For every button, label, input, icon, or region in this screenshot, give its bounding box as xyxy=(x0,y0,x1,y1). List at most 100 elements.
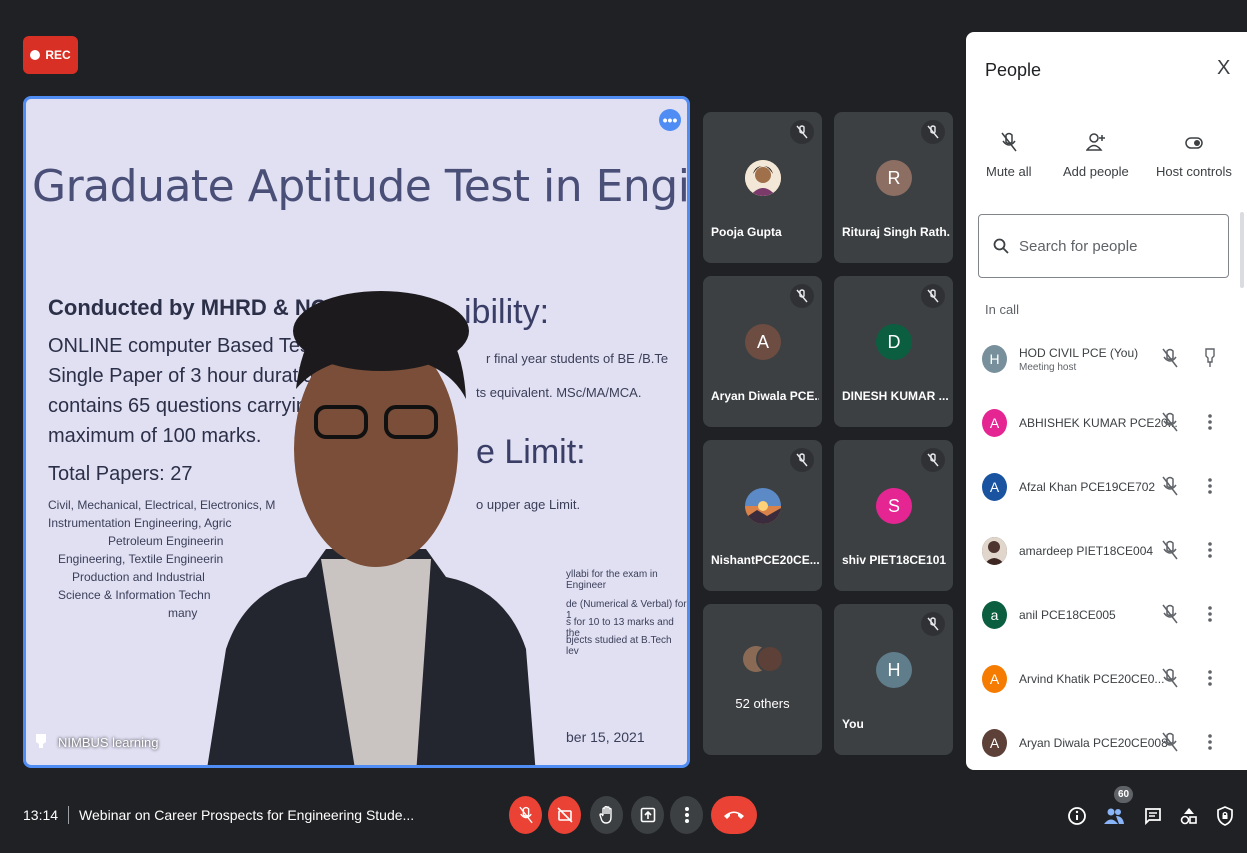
participant-tile[interactable]: NishantPCE20CE... xyxy=(703,440,822,591)
avatar-initial: A xyxy=(756,331,769,352)
meeting-details-button[interactable] xyxy=(1065,804,1089,828)
recording-label: REC xyxy=(45,48,71,62)
mic-off-icon xyxy=(790,284,814,308)
people-button[interactable] xyxy=(1102,804,1126,828)
host-controls-button[interactable]: Host controls xyxy=(1156,132,1232,179)
mic-off-icon[interactable] xyxy=(1162,476,1178,496)
participant-tile[interactable]: A Aryan Diwala PCE... xyxy=(703,276,822,427)
close-icon[interactable]: X xyxy=(1217,57,1230,80)
participant-tile[interactable]: S shiv PIET18CE101 xyxy=(834,440,953,591)
more-vert-icon[interactable] xyxy=(1204,540,1216,560)
in-call-header: In call xyxy=(985,302,1019,317)
mic-off-icon[interactable] xyxy=(1162,540,1178,560)
slide-right-small: bjects studied at B.Tech lev xyxy=(566,635,672,657)
host-controls-label: Host controls xyxy=(1156,164,1232,179)
avatar xyxy=(982,537,1007,565)
mic-toggle-button[interactable] xyxy=(509,796,542,834)
list-item[interactable]: A Afzal Khan PCE19CE702 xyxy=(966,456,1247,520)
list-item[interactable]: A ABHISHEK KUMAR PCE20... xyxy=(966,392,1247,456)
more-vert-icon xyxy=(684,807,689,823)
participant-name: Rituraj Singh Rath... xyxy=(842,225,950,239)
mic-off-icon[interactable] xyxy=(1162,732,1178,752)
more-vert-icon[interactable] xyxy=(1204,412,1216,432)
participant-tile[interactable]: D DINESH KUMAR ... xyxy=(834,276,953,427)
mic-off-icon[interactable] xyxy=(1162,348,1178,368)
participant-list: H HOD CIVIL PCE (You) Meeting host A ABH… xyxy=(966,328,1247,770)
toggle-icon xyxy=(1185,137,1203,149)
avatar: A xyxy=(982,729,1007,757)
participant-tile[interactable]: R Rituraj Singh Rath... xyxy=(834,112,953,263)
list-item[interactable]: A Aryan Diwala PCE20CE008 xyxy=(966,712,1247,770)
list-item[interactable]: A Arvind Khatik PCE20CE0... xyxy=(966,648,1247,712)
participant-name: ABHISHEK KUMAR PCE20... xyxy=(1019,416,1178,430)
participant-name: You xyxy=(842,717,864,731)
end-call-button[interactable] xyxy=(711,796,757,834)
mic-off-icon xyxy=(921,612,945,636)
avatar: A xyxy=(982,665,1007,693)
more-options-button[interactable] xyxy=(670,796,703,834)
avatar-initial: H xyxy=(887,659,901,680)
people-count-badge: 60 xyxy=(1114,786,1133,803)
activities-icon xyxy=(1180,808,1197,825)
present-button[interactable] xyxy=(631,796,664,834)
slide-right-small: yllabi for the exam in Engineer xyxy=(566,569,658,591)
participant-tile[interactable]: Pooja Gupta xyxy=(703,112,822,263)
participant-name: shiv PIET18CE101 xyxy=(842,553,947,567)
mic-off-icon[interactable] xyxy=(1162,604,1178,624)
mic-off-icon xyxy=(921,120,945,144)
meeting-title: Webinar on Career Prospects for Engineer… xyxy=(79,807,415,823)
main-presentation-tile[interactable]: Graduate Aptitude Test in Engineering Co… xyxy=(23,96,690,768)
participant-name: Pooja Gupta xyxy=(711,225,782,239)
participant-name: Aryan Diwala PCE20CE008 xyxy=(1019,736,1168,750)
avatar-initial: S xyxy=(887,495,900,516)
activities-button[interactable] xyxy=(1177,804,1201,828)
mute-all-button[interactable]: Mute all xyxy=(986,132,1032,179)
mic-off-icon[interactable] xyxy=(1162,412,1178,432)
host-controls-bottom-button[interactable] xyxy=(1213,804,1237,828)
chat-icon xyxy=(1145,808,1161,825)
add-people-label: Add people xyxy=(1063,164,1129,179)
shield-lock-icon xyxy=(1217,806,1233,826)
participant-name: DINESH KUMAR ... xyxy=(842,389,949,403)
info-icon xyxy=(1068,807,1086,825)
raise-hand-button[interactable] xyxy=(590,796,623,834)
search-field[interactable] xyxy=(978,214,1229,278)
people-icon xyxy=(1104,808,1124,824)
more-vert-icon[interactable] xyxy=(1204,604,1216,624)
avatar: a xyxy=(982,601,1007,629)
more-vert-icon[interactable] xyxy=(1204,668,1216,688)
participant-name: Aryan Diwala PCE... xyxy=(711,389,819,403)
others-tile[interactable]: 52 others xyxy=(703,604,822,755)
pin-icon[interactable] xyxy=(1204,348,1216,368)
search-input[interactable] xyxy=(1019,237,1209,255)
add-people-button[interactable]: Add people xyxy=(1063,132,1129,179)
avatar xyxy=(745,488,781,524)
participant-name: HOD CIVIL PCE (You) xyxy=(1019,346,1139,360)
main-tile-name: NIMBUS learning xyxy=(58,734,159,750)
scrollbar[interactable] xyxy=(1240,212,1244,288)
tile-more-options-icon[interactable]: ••• xyxy=(659,109,681,131)
camera-toggle-button[interactable] xyxy=(548,796,581,834)
self-tile[interactable]: H You xyxy=(834,604,953,755)
others-avatars xyxy=(741,644,785,674)
avatar: H xyxy=(876,652,912,688)
divider xyxy=(68,806,70,824)
list-item[interactable]: amardeep PIET18CE004 xyxy=(966,520,1247,584)
search-icon xyxy=(993,238,1009,254)
camera-off-icon xyxy=(556,807,573,823)
chat-button[interactable] xyxy=(1141,804,1165,828)
presenter-video xyxy=(207,291,536,765)
list-item[interactable]: H HOD CIVIL PCE (You) Meeting host xyxy=(966,328,1247,392)
mic-off-icon xyxy=(790,448,814,472)
panel-title: People xyxy=(985,60,1042,80)
more-vert-icon[interactable] xyxy=(1204,476,1216,496)
mic-off-icon xyxy=(921,448,945,472)
participant-name: Afzal Khan PCE19CE702 xyxy=(1019,480,1156,494)
mic-off-icon[interactable] xyxy=(1162,668,1178,688)
list-item[interactable]: a anil PCE18CE005 xyxy=(966,584,1247,648)
avatar: D xyxy=(876,324,912,360)
more-vert-icon[interactable] xyxy=(1204,732,1216,752)
others-label: 52 others xyxy=(735,696,790,711)
avatar: A xyxy=(982,409,1007,437)
record-dot-icon xyxy=(30,50,41,60)
